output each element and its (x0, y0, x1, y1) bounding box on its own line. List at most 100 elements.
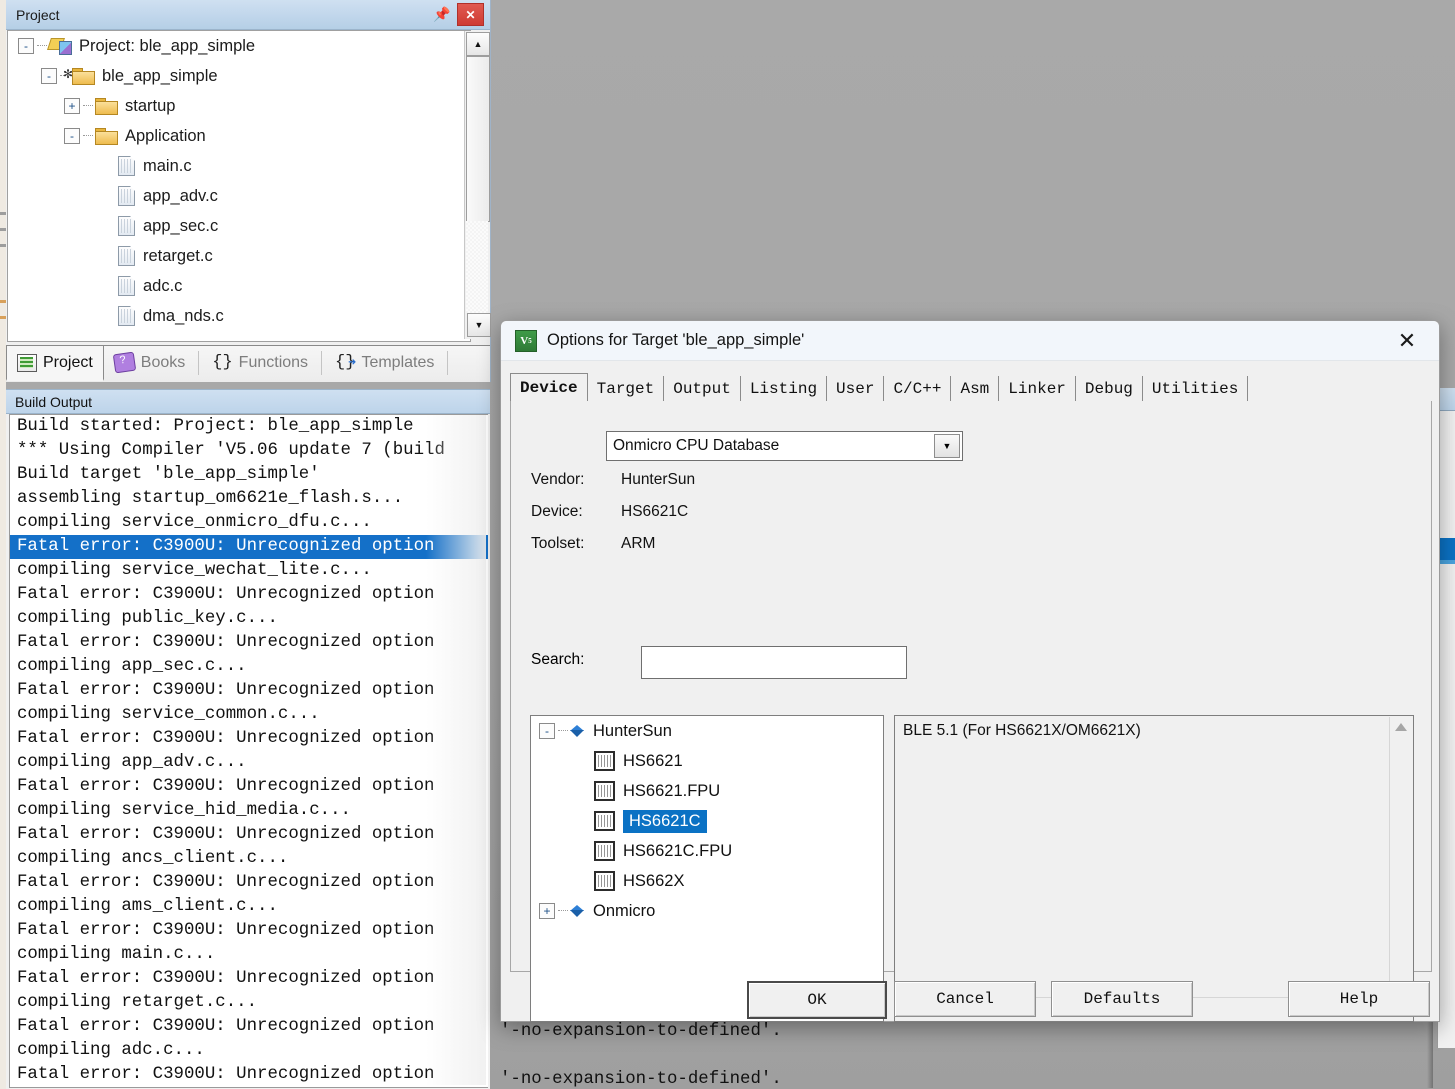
build-log-line: Fatal error: C3900U: Unrecognized option (10, 535, 488, 559)
build-log-line: Fatal error: C3900U: Unrecognized option (17, 921, 435, 940)
device-tree-label: HS6621C (623, 809, 707, 833)
build-log-line: Build started: Project: ble_app_simple (17, 417, 414, 436)
tree-item[interactable]: app_adv.c (8, 181, 470, 211)
dialog-tab-listing[interactable]: Listing (740, 376, 828, 402)
project-icon (49, 37, 72, 55)
cancel-button[interactable]: Cancel (894, 981, 1036, 1017)
expand-toggle-icon[interactable]: - (539, 723, 555, 739)
tab-separator (321, 351, 323, 375)
project-tree-vertical-scrollbar[interactable]: ▲ ▼ (464, 31, 491, 339)
scroll-down-icon[interactable]: ▼ (467, 313, 491, 337)
tab-separator (447, 351, 449, 375)
build-log-line: Fatal error: C3900U: Unrecognized option (17, 825, 435, 844)
build-log-line: assembling startup_om6621e_flash.s... (17, 489, 404, 508)
dialog-titlebar[interactable]: V5 Options for Target 'ble_app_simple' ✕ (501, 321, 1439, 361)
search-row: Search: (531, 646, 931, 679)
tree-item[interactable]: - Application (8, 121, 470, 151)
device-tree-item[interactable]: HS662X (531, 866, 883, 896)
expand-toggle-icon[interactable]: + (64, 98, 80, 114)
device-tree-item[interactable]: HS6621.FPU (531, 776, 883, 806)
tree-item-label: app_adv.c (143, 186, 218, 205)
ok-button[interactable]: OK (747, 981, 887, 1019)
scroll-up-icon[interactable]: ▲ (466, 32, 490, 56)
chip-icon (594, 811, 615, 831)
close-icon[interactable]: ✕ (457, 3, 484, 26)
build-log-line: Fatal error: C3900U: Unrecognized option (17, 681, 435, 700)
c-file-icon (118, 186, 135, 206)
expand-toggle-icon[interactable]: - (64, 128, 80, 144)
tree-item[interactable]: + startup (8, 91, 470, 121)
build-log-line: Fatal error: C3900U: Unrecognized option (17, 729, 435, 748)
expand-toggle-icon[interactable]: - (18, 38, 34, 54)
project-tree[interactable]: - Project: ble_app_simple - ble_app_simple +… (7, 30, 471, 342)
tree-item[interactable]: app_sec.c (8, 211, 470, 241)
device-tree-label: HS6621C.FPU (623, 841, 733, 860)
project-panel-tabs[interactable]: ProjectBooks{}Functions{}Templates (6, 345, 490, 382)
dialog-tab-device[interactable]: Device (510, 373, 588, 402)
dialog-tab-target[interactable]: Target (587, 376, 665, 402)
device-value: HS6621C (621, 503, 689, 520)
dialog-tab-output[interactable]: Output (664, 376, 741, 402)
keil-uvision-icon: V5 (515, 329, 537, 352)
build-output-log[interactable]: Build started: Project: ble_app_simple **… (9, 414, 488, 1088)
tab-functions[interactable]: {} Functions (202, 346, 318, 379)
search-input[interactable] (641, 646, 907, 679)
tree-item-label: main.c (143, 156, 192, 175)
dialog-tab-linker[interactable]: Linker (999, 376, 1076, 402)
device-tab-panel: Onmicro CPU Database ▼ Vendor: HunterSun… (510, 401, 1432, 1022)
cpu-database-select[interactable]: Onmicro CPU Database ▼ (606, 431, 963, 461)
build-log-line: compiling service_onmicro_dfu.c... (17, 513, 372, 532)
device-tree-item[interactable]: HS6621C (531, 806, 883, 836)
tree-item[interactable]: dma_nds.c (8, 301, 470, 331)
tree-item[interactable]: retarget.c (8, 241, 470, 271)
help-button[interactable]: Help (1288, 981, 1430, 1017)
device-tree-item[interactable]: - HunterSun (531, 716, 883, 746)
folder-icon (95, 128, 118, 145)
dialog-tab-debug[interactable]: Debug (1075, 376, 1143, 402)
defaults-button[interactable]: Defaults (1051, 981, 1193, 1017)
build-log-line: compiling retarget.c... (17, 993, 258, 1012)
dialog-tab-user[interactable]: User (827, 376, 885, 402)
expand-toggle-icon[interactable]: - (41, 68, 57, 84)
device-tree-item[interactable]: HS6621C.FPU (531, 836, 883, 866)
build-log-line: *** Using Compiler 'V5.06 update 7 (buil… (17, 441, 445, 460)
scrollbar-track[interactable] (466, 221, 488, 313)
build-output-panel: Build Output Build started: Project: ble… (6, 389, 490, 1089)
dialog-button-row: OK Cancel Defaults Help (501, 973, 1439, 1021)
background-editor-selection (1438, 538, 1455, 560)
device-tree-item[interactable]: + Onmicro (531, 896, 883, 926)
c-file-icon (118, 156, 135, 176)
description-vertical-scrollbar[interactable] (1389, 717, 1412, 997)
device-tree-label: Onmicro (593, 901, 656, 920)
pin-icon[interactable]: 📌 (431, 4, 453, 25)
tree-connector (558, 730, 568, 732)
dialog-tab-cc[interactable]: C/C++ (884, 376, 952, 402)
tab-project[interactable]: Project (6, 346, 104, 381)
tree-item[interactable]: adc.c (8, 271, 470, 301)
tab-books[interactable]: Books (104, 346, 195, 379)
tree-item[interactable]: - Project: ble_app_simple (8, 31, 470, 61)
scrollbar-thumb[interactable] (466, 56, 490, 222)
tab-label: Templates (361, 353, 435, 371)
chevron-down-icon[interactable]: ▼ (934, 434, 960, 458)
chip-icon (594, 871, 615, 891)
device-description-text: BLE 5.1 (For HS6621X/OM6621X) (903, 722, 1141, 739)
dialog-tab-strip[interactable]: Device Target Output Listing User C/C++ Asm Lin… (510, 373, 1430, 402)
tree-item[interactable]: - ble_app_simple (8, 61, 470, 91)
c-file-icon (118, 306, 135, 326)
tree-item[interactable]: main.c (8, 151, 470, 181)
close-icon[interactable]: ✕ (1385, 327, 1429, 355)
cpu-database-value: Onmicro CPU Database (613, 437, 780, 454)
build-log-tail-line: '-no-expansion-to-defined'. (500, 1022, 782, 1041)
build-log-line: Fatal error: C3900U: Unrecognized option (17, 585, 435, 604)
dialog-tab-asm[interactable]: Asm (951, 376, 1000, 402)
dialog-tab-utilities[interactable]: Utilities (1142, 376, 1249, 402)
device-label: Device: (531, 503, 583, 520)
build-log-tail-line: '-no-expansion-to-defined'. (500, 1070, 782, 1089)
c-file-icon (118, 216, 135, 236)
expand-toggle-icon[interactable]: + (539, 903, 555, 919)
tab-templates[interactable]: {}Templates (325, 346, 444, 379)
device-tree-item[interactable]: HS6621 (531, 746, 883, 776)
tree-item-label: app_sec.c (143, 216, 219, 235)
scroll-up-icon[interactable] (1395, 723, 1407, 731)
